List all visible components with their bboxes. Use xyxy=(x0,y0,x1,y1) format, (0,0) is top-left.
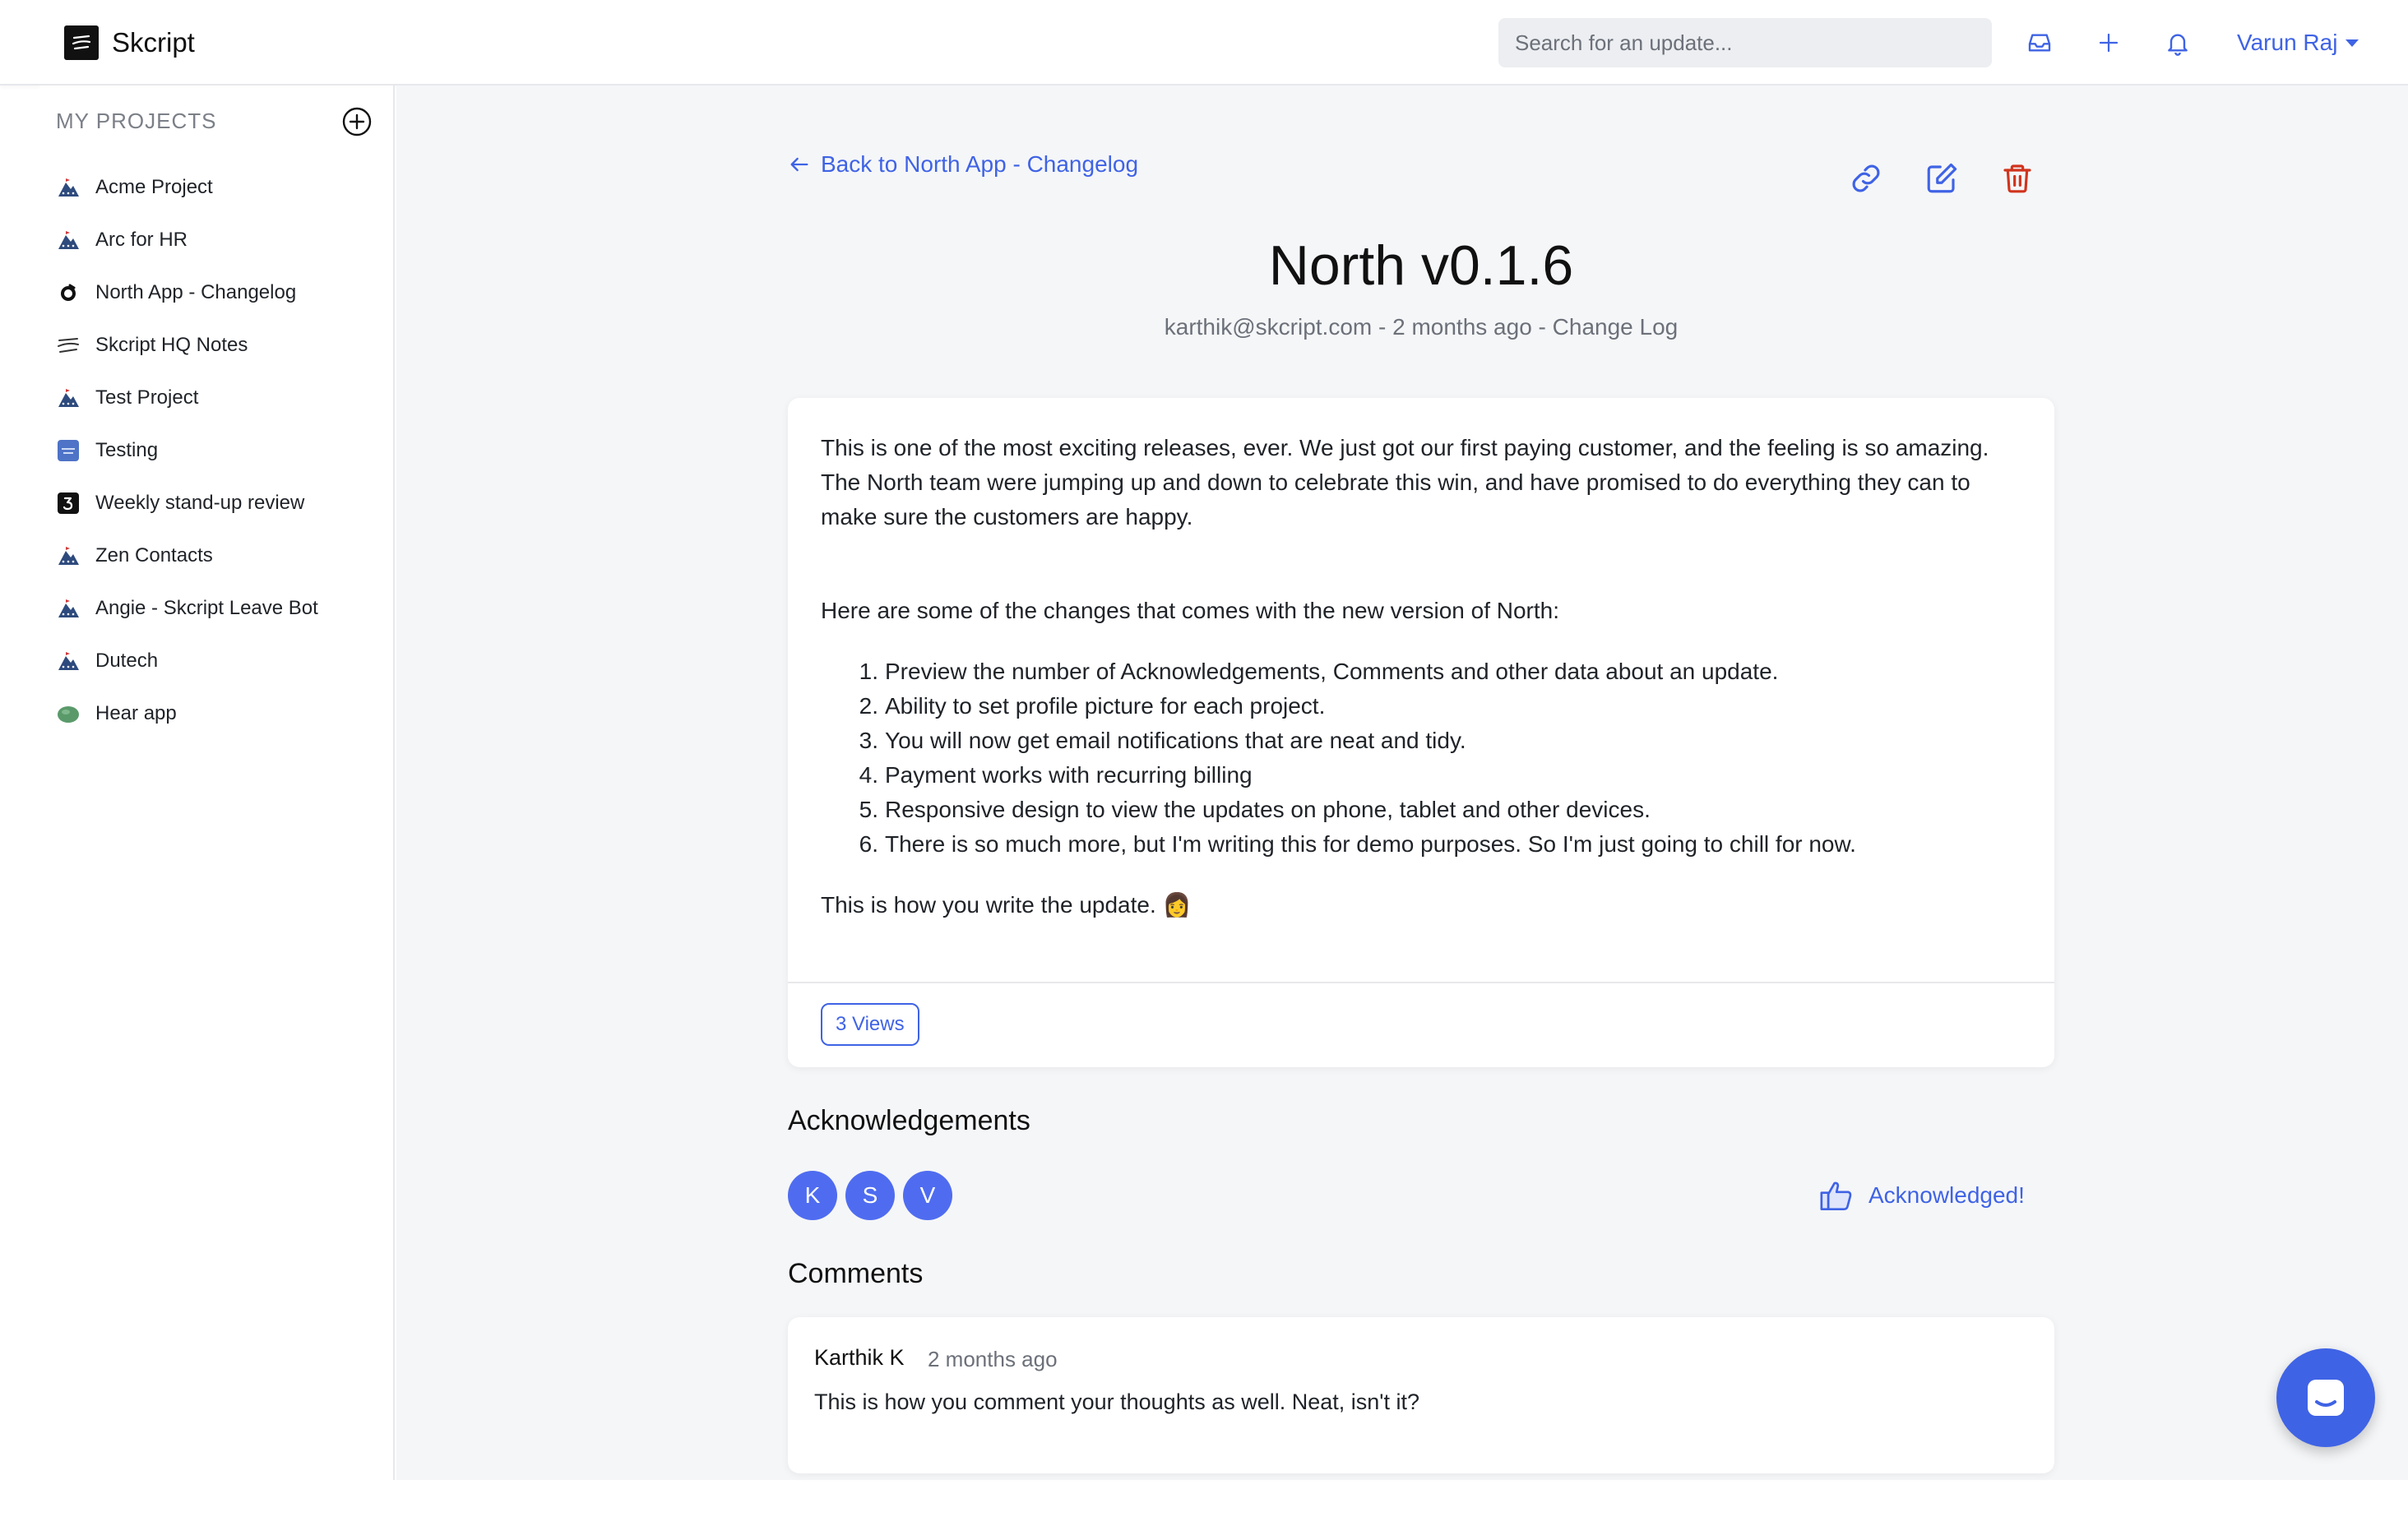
sidebar-item-skcript-hq-notes[interactable]: Skcript HQ Notes xyxy=(56,319,385,372)
list-item: 4. Payment works with recurring billing xyxy=(859,762,1253,788)
update-intro: This is one of the most exciting release… xyxy=(821,435,1989,529)
project-list: Acme Project Arc for HR North App - Chan… xyxy=(56,161,385,740)
comments-heading: Comments xyxy=(788,1258,924,1289)
comment-text: This is how you comment your thoughts as… xyxy=(814,1390,1419,1414)
search-input[interactable] xyxy=(1498,18,1992,67)
comment-author: Karthik K xyxy=(814,1345,905,1370)
acknowledge-button[interactable]: Acknowledged! xyxy=(1819,1176,2025,1215)
bottom-strip xyxy=(0,1480,2408,1526)
list-item: 6. There is so much more, but I'm writing… xyxy=(859,831,1856,857)
sidebar-item-label: North App - Changelog xyxy=(95,281,297,303)
brand-name: Skcript xyxy=(112,27,195,58)
acknowledgements-heading: Acknowledgements xyxy=(788,1105,1030,1136)
list-item: 2. Ability to set profile picture for eac… xyxy=(859,693,1326,719)
acknowledge-label: Acknowledged! xyxy=(1869,1182,2025,1208)
comment-time: 2 months ago xyxy=(928,1347,1058,1371)
post-meta: karthik@skcript.com - 2 months ago - Cha… xyxy=(1164,314,1679,340)
project-avatar-icon xyxy=(56,175,81,200)
back-link[interactable]: Back to North App - Changelog xyxy=(788,150,1138,179)
sidebar-item-label: Arc for HR xyxy=(95,229,188,251)
chevron-down-icon xyxy=(2345,39,2359,47)
arrow-left-icon xyxy=(790,157,808,172)
avatar[interactable]: V xyxy=(903,1171,952,1220)
brand[interactable]: Skcript xyxy=(64,25,195,61)
sidebar-item-label: Test Project xyxy=(95,386,199,409)
project-avatar-icon xyxy=(56,649,81,673)
acknowledgement-avatars: K S V xyxy=(788,1171,961,1220)
page-title: North v0.1.6 xyxy=(1268,234,1574,297)
views-badge[interactable]: 3 Views xyxy=(821,1003,919,1046)
plus-icon[interactable] xyxy=(2092,26,2125,59)
chat-icon xyxy=(2308,1380,2344,1416)
user-name: Varun Raj xyxy=(2237,30,2338,55)
sidebar-item-label: Acme Project xyxy=(95,176,213,198)
north-logo-icon xyxy=(56,280,81,305)
testing-thumbnail-icon xyxy=(56,438,81,463)
changes-intro: Here are some of the changes that comes … xyxy=(821,598,1560,623)
bell-icon[interactable] xyxy=(2161,26,2194,59)
sidebar-item-hear-app[interactable]: Hear app xyxy=(56,687,385,740)
back-link-label: Back to North App - Changelog xyxy=(821,151,1139,177)
edit-icon[interactable] xyxy=(1923,160,1961,197)
project-avatar-icon xyxy=(56,543,81,568)
sidebar-item-testing[interactable]: Testing xyxy=(56,424,385,477)
sidebar-item-north-app-changelog[interactable]: North App - Changelog xyxy=(56,266,385,319)
sidebar-item-acme-project[interactable]: Acme Project xyxy=(56,161,385,214)
thumbs-up-icon xyxy=(1820,1181,1852,1210)
update-outro: This is how you write the update. 👩 xyxy=(821,892,1192,918)
avatar[interactable]: K xyxy=(788,1171,837,1220)
skcript-logo-icon xyxy=(56,333,81,358)
sidebar-item-arc-for-hr[interactable]: Arc for HR xyxy=(56,214,385,266)
chat-launcher-button[interactable] xyxy=(2276,1348,2375,1447)
sidebar-item-dutech[interactable]: Dutech xyxy=(56,635,385,687)
sidebar-item-angie-skcript-leave-bot[interactable]: Angie - Skcript Leave Bot xyxy=(56,582,385,635)
divider xyxy=(788,982,2054,983)
link-icon[interactable] xyxy=(1847,160,1885,197)
sidebar: MY PROJECTS Acme Project Arc for HR Nort… xyxy=(39,86,395,1480)
sidebar-item-test-project[interactable]: Test Project xyxy=(56,372,385,424)
sidebar-title: MY PROJECTS xyxy=(56,109,217,133)
project-avatar-icon xyxy=(56,228,81,252)
add-project-icon[interactable] xyxy=(340,105,373,138)
list-item: 5. Responsive design to view the updates … xyxy=(859,797,1651,822)
top-navbar: Skcript Varun Raj xyxy=(0,0,2408,86)
sidebar-item-label: Angie - Skcript Leave Bot xyxy=(95,597,318,619)
comment-card: Karthik K 2 months ago This is how you c… xyxy=(788,1317,2054,1473)
sidebar-item-zen-contacts[interactable]: Zen Contacts xyxy=(56,529,385,582)
sidebar-item-label: Dutech xyxy=(95,650,159,672)
list-item: 1. Preview the number of Acknowledgements… xyxy=(859,659,1779,684)
project-avatar-icon xyxy=(56,386,81,410)
changes-list: 1. Preview the number of Acknowledgements… xyxy=(821,654,2021,862)
green-blob-icon xyxy=(56,701,81,726)
list-item: 3. You will now get email notifications t… xyxy=(859,728,1466,753)
user-menu[interactable]: Varun Raj xyxy=(2237,26,2359,59)
delete-icon[interactable] xyxy=(1998,160,2036,197)
sidebar-item-label: Weekly stand-up review xyxy=(95,492,305,514)
skcript-logo-icon xyxy=(64,25,99,60)
sidebar-item-label: Skcript HQ Notes xyxy=(95,334,248,356)
avatar[interactable]: S xyxy=(845,1171,895,1220)
sidebar-item-label: Testing xyxy=(95,439,159,461)
project-avatar-icon xyxy=(56,596,81,621)
update-card: This is one of the most exciting release… xyxy=(788,398,2054,1067)
sidebar-item-label: Zen Contacts xyxy=(95,544,213,566)
inbox-icon[interactable] xyxy=(2023,26,2056,59)
number-three-icon xyxy=(56,491,81,516)
sidebar-item-weekly-stand-up-review[interactable]: Weekly stand-up review xyxy=(56,477,385,529)
sidebar-item-label: Hear app xyxy=(95,702,177,724)
